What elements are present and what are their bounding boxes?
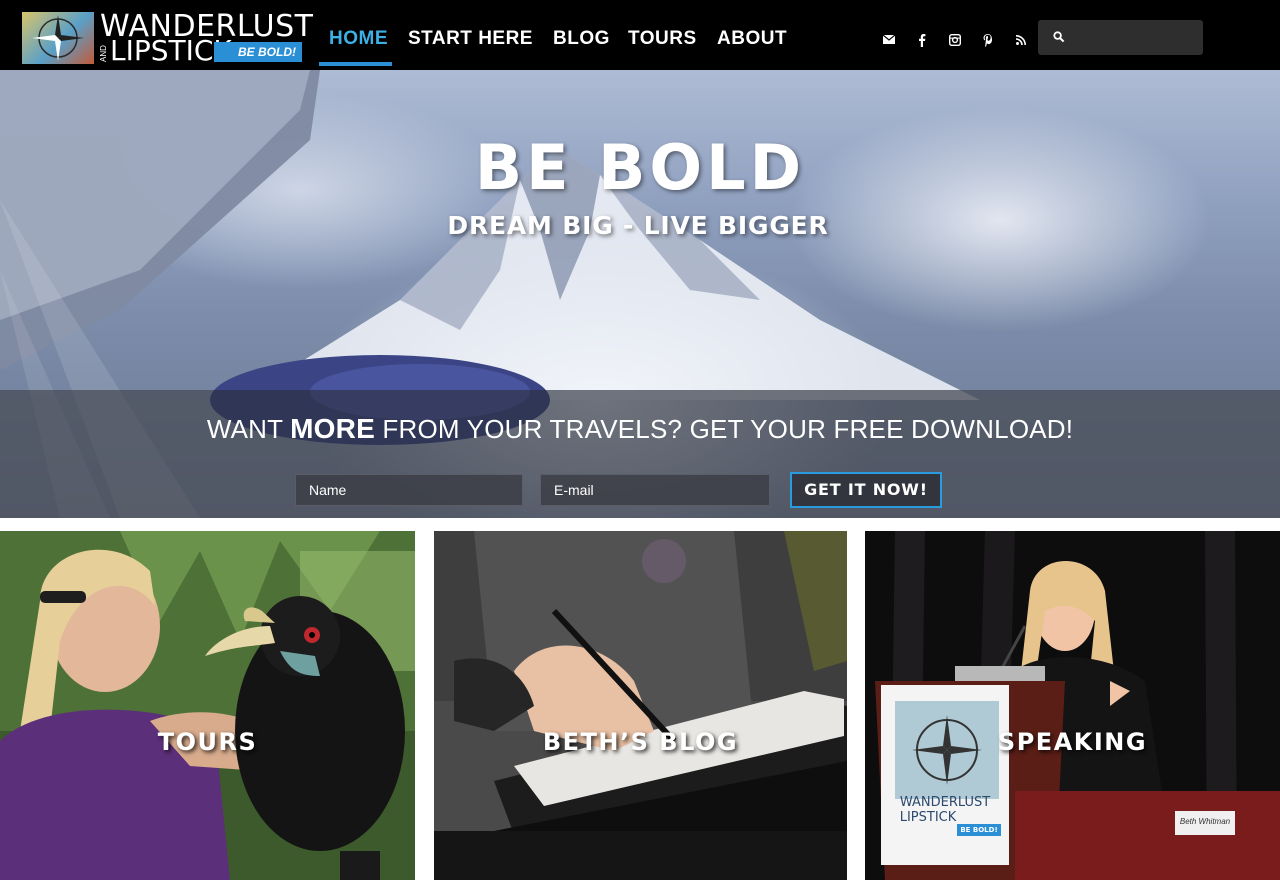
compass-icon — [22, 12, 94, 64]
get-it-now-button[interactable]: GET IT NOW! — [790, 472, 942, 508]
tours-card-image — [0, 531, 415, 880]
hero-title: BE BOLD — [474, 131, 806, 204]
optin-heading-pre: WANT — [206, 414, 291, 444]
site-logo[interactable]: WANDERLUST AND LIPSTICK BE BOLD! — [22, 10, 313, 66]
tours-card-label: TOURS — [157, 728, 258, 756]
site-header: WANDERLUST AND LIPSTICK BE BOLD! HOME ST… — [0, 0, 1280, 70]
nav-about[interactable]: ABOUT — [717, 28, 787, 50]
nav-home[interactable]: HOME — [329, 28, 388, 50]
pinterest-icon[interactable] — [978, 30, 998, 50]
nav-active-underline — [319, 62, 392, 66]
logo-badge: BE BOLD! — [214, 42, 302, 62]
optin-heading-post: FROM YOUR TRAVELS? GET YOUR FREE DOWNLOA… — [374, 414, 1074, 444]
facebook-icon[interactable] — [912, 30, 932, 50]
instagram-icon[interactable] — [945, 30, 965, 50]
blog-card[interactable]: BETH’S BLOG — [434, 531, 847, 880]
speaking-card[interactable]: WANDERLUST WANDERLUST LIPSTICK BE BOLD! … — [865, 531, 1280, 880]
nav-start-here[interactable]: START HERE — [408, 28, 533, 50]
search-icon — [1053, 30, 1065, 48]
poster-line2-text: LIPSTICK — [899, 810, 957, 825]
hero-banner: BE BOLD DREAM BIG - LIVE BIGGER WANT MOR… — [0, 70, 1280, 518]
blog-card-image — [434, 531, 847, 880]
optin-form: WANT MORE FROM YOUR TRAVELS? GET YOUR FR… — [0, 390, 1280, 518]
blog-card-label: BETH’S BLOG — [542, 728, 739, 756]
rss-icon[interactable] — [1011, 30, 1031, 50]
logo-and: AND — [99, 45, 108, 62]
optin-heading: WANT MORE FROM YOUR TRAVELS? GET YOUR FR… — [0, 413, 1280, 445]
name-placard: Beth Whitman — [1179, 817, 1231, 826]
poster-line1-text: WANDERLUST — [899, 795, 991, 810]
name-field[interactable]: Name — [295, 474, 523, 506]
hero-subtitle: DREAM BIG - LIVE BIGGER — [447, 211, 829, 240]
nav-blog[interactable]: BLOG — [553, 28, 610, 50]
optin-heading-bold: MORE — [290, 413, 375, 444]
mail-icon[interactable] — [879, 30, 899, 50]
tours-card[interactable]: TOURS — [0, 531, 415, 880]
nav-tours[interactable]: TOURS — [628, 28, 697, 50]
speaking-card-label: SPEAKING — [997, 728, 1148, 756]
poster-badge-text: BE BOLD! — [960, 826, 998, 834]
email-field[interactable]: E-mail — [540, 474, 770, 506]
search-input[interactable] — [1038, 20, 1203, 55]
